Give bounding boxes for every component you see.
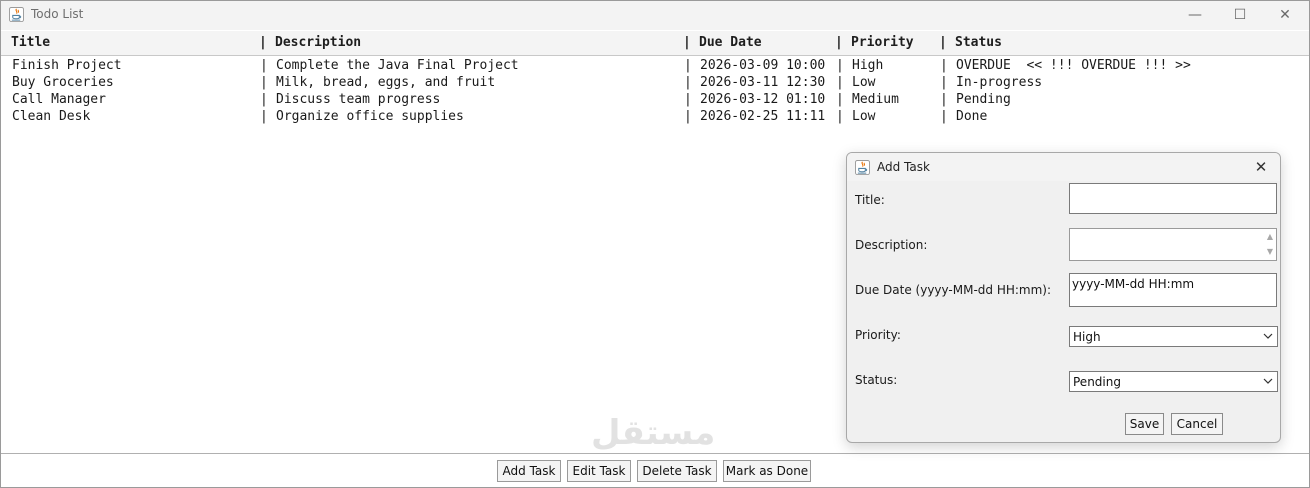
- column-separator: |: [836, 75, 844, 90]
- task-row[interactable]: Clean Desk | Organize office supplies | …: [1, 109, 1309, 126]
- delete-task-button[interactable]: Delete Task: [637, 460, 717, 482]
- main-window: Todo List — ☐ ✕ Title | Description | Du…: [0, 0, 1310, 488]
- task-status: In-progress: [956, 75, 1043, 90]
- column-separator: |: [836, 58, 844, 73]
- column-separator: |: [260, 75, 268, 90]
- task-due-date: 2026-03-12 01:10: [700, 92, 826, 107]
- column-separator: |: [940, 92, 948, 107]
- title-input[interactable]: [1069, 183, 1277, 214]
- scroll-up-icon[interactable]: ▲: [1267, 232, 1273, 241]
- task-priority: Low: [852, 109, 876, 124]
- column-header-title: Title: [11, 35, 51, 50]
- task-row[interactable]: Call Manager | Discuss team progress | 2…: [1, 92, 1309, 109]
- column-separator: |: [259, 35, 267, 50]
- add-task-button[interactable]: Add Task: [497, 460, 561, 482]
- task-priority: Low: [852, 75, 876, 90]
- task-status: Pending: [956, 92, 1011, 107]
- column-header-priority: Priority: [851, 35, 914, 50]
- save-button[interactable]: Save: [1125, 413, 1164, 435]
- status-label: Status:: [855, 373, 898, 387]
- due-date-label: Due Date (yyyy-MM-dd HH:mm):: [855, 283, 1052, 297]
- minimize-icon: —: [1188, 7, 1202, 23]
- close-icon: ✕: [1279, 7, 1291, 23]
- watermark-logo: مستقل: [591, 413, 716, 453]
- chevron-down-icon: [1263, 378, 1273, 384]
- column-separator: |: [684, 75, 692, 90]
- dialog-title: Add Task: [877, 160, 930, 174]
- column-separator: |: [939, 35, 947, 50]
- task-priority: Medium: [852, 92, 899, 107]
- column-separator: |: [684, 58, 692, 73]
- column-separator: |: [940, 109, 948, 124]
- column-separator: |: [940, 58, 948, 73]
- scroll-down-icon[interactable]: ▼: [1267, 247, 1273, 256]
- dialog-titlebar[interactable]: Add Task ✕: [847, 153, 1280, 181]
- chevron-down-icon: [1263, 333, 1273, 339]
- column-separator: |: [835, 35, 843, 50]
- mark-as-done-button[interactable]: Mark as Done: [723, 460, 811, 482]
- task-status: OVERDUE << !!! OVERDUE !!! >>: [956, 58, 1191, 73]
- cancel-button[interactable]: Cancel: [1171, 413, 1223, 435]
- priority-label: Priority:: [855, 328, 901, 342]
- column-separator: |: [836, 109, 844, 124]
- task-row[interactable]: Finish Project | Complete the Java Final…: [1, 58, 1309, 75]
- maximize-button[interactable]: ☐: [1217, 1, 1263, 30]
- task-status: Done: [956, 109, 988, 124]
- column-separator: |: [836, 92, 844, 107]
- description-label: Description:: [855, 238, 928, 252]
- add-task-dialog: Add Task ✕ Title: Description: ▲ ▼ Due D…: [846, 152, 1281, 443]
- priority-selected-value: High: [1073, 330, 1101, 344]
- button-panel: Add Task Edit Task Delete Task Mark as D…: [1, 453, 1309, 487]
- task-due-date: 2026-03-11 12:30: [700, 75, 826, 90]
- window-titlebar[interactable]: Todo List — ☐ ✕: [1, 1, 1309, 30]
- task-title: Finish Project: [12, 58, 122, 73]
- column-separator: |: [260, 109, 268, 124]
- close-button[interactable]: ✕: [1262, 1, 1308, 30]
- task-title: Buy Groceries: [12, 75, 114, 90]
- task-due-date: 2026-03-09 10:00: [700, 58, 826, 73]
- task-priority: High: [852, 58, 884, 73]
- task-description: Discuss team progress: [276, 92, 441, 107]
- task-title: Call Manager: [12, 92, 106, 107]
- minimize-button[interactable]: —: [1172, 1, 1218, 30]
- column-header-status: Status: [955, 35, 1002, 50]
- task-description: Milk, bread, eggs, and fruit: [276, 75, 496, 90]
- column-separator: |: [260, 92, 268, 107]
- status-selected-value: Pending: [1073, 375, 1121, 389]
- column-separator: |: [683, 35, 691, 50]
- window-title: Todo List: [31, 7, 84, 21]
- status-select[interactable]: Pending: [1069, 371, 1278, 392]
- edit-task-button[interactable]: Edit Task: [567, 460, 631, 482]
- task-title: Clean Desk: [12, 109, 91, 124]
- java-cup-icon: [855, 160, 870, 175]
- column-separator: |: [684, 92, 692, 107]
- table-header: Title | Description | Due Date | Priorit…: [1, 31, 1309, 56]
- task-due-date: 2026-02-25 11:11: [700, 109, 826, 124]
- title-label: Title:: [855, 193, 885, 207]
- task-description: Organize office supplies: [276, 109, 464, 124]
- priority-select[interactable]: High: [1069, 326, 1278, 347]
- java-cup-icon: [9, 7, 24, 22]
- column-separator: |: [260, 58, 268, 73]
- maximize-icon: ☐: [1233, 7, 1247, 23]
- column-header-description: Description: [275, 35, 362, 50]
- task-row[interactable]: Buy Groceries | Milk, bread, eggs, and f…: [1, 75, 1309, 92]
- column-separator: |: [940, 75, 948, 90]
- column-separator: |: [684, 109, 692, 124]
- task-description: Complete the Java Final Project: [276, 58, 519, 73]
- close-icon: ✕: [1254, 158, 1268, 176]
- column-header-due-date: Due Date: [699, 35, 762, 50]
- description-textarea[interactable]: ▲ ▼: [1069, 228, 1277, 261]
- due-date-input[interactable]: yyyy-MM-dd HH:mm: [1069, 273, 1277, 307]
- dialog-close-button[interactable]: ✕: [1248, 155, 1274, 179]
